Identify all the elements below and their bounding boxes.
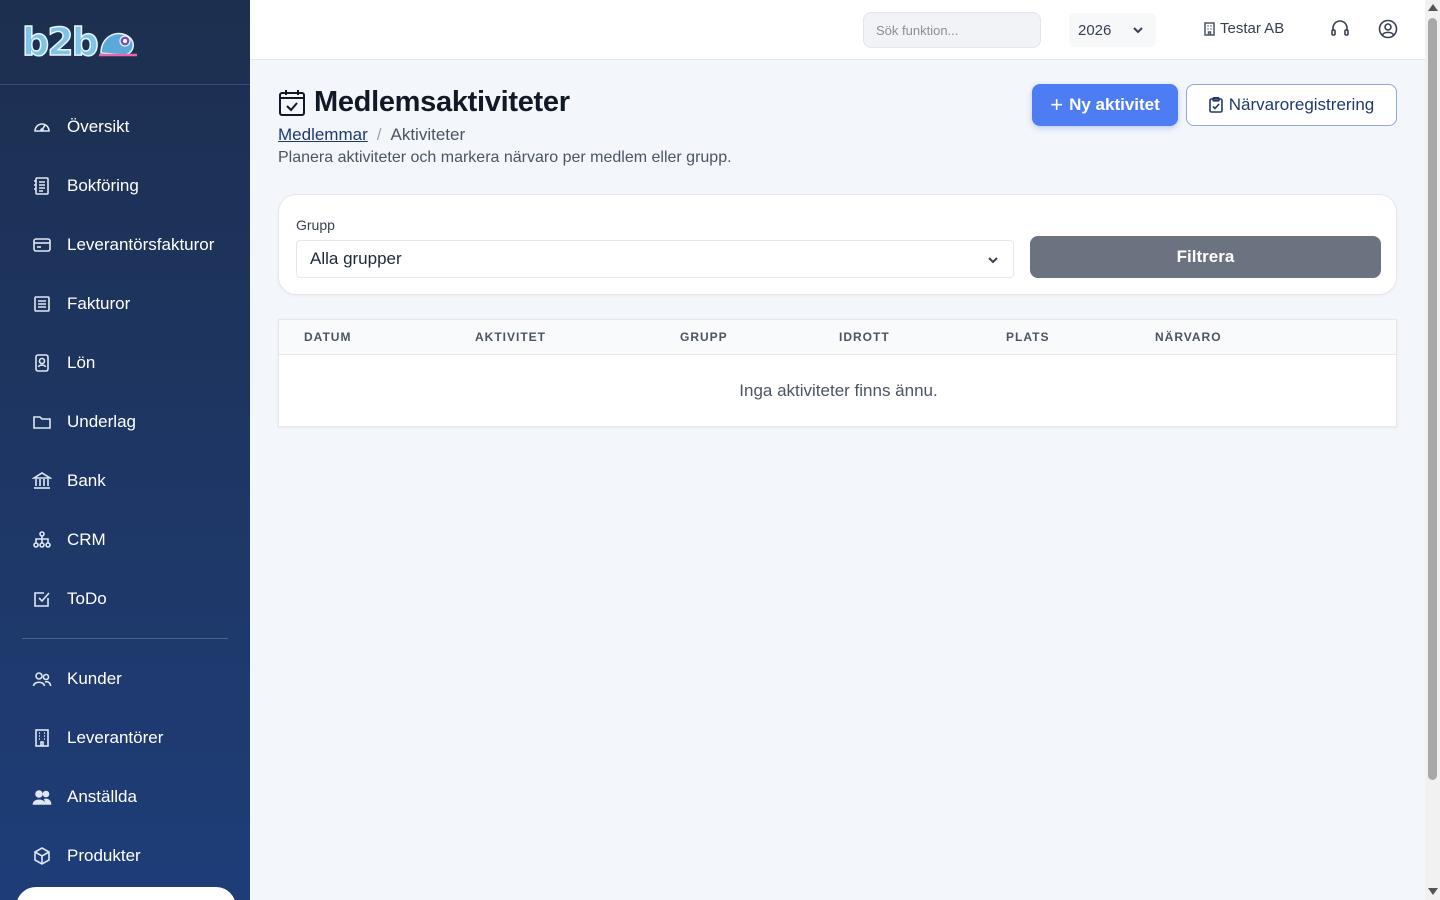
page-scrollbar[interactable] [1425,0,1440,900]
calendar-check-icon [279,89,305,116]
page-header: Medlemsaktiviteter [278,86,570,119]
network-icon [32,530,52,550]
table-header: Datum Aktivitet Grupp Idrott Plats Närva… [279,320,1396,355]
year-value: 2026 [1078,21,1112,39]
plus-icon: + [1050,92,1064,117]
credit-card-icon [32,235,52,255]
sidebar-item-fakturor[interactable]: Fakturor [0,274,250,333]
sidebar-item-anstallda[interactable]: Anställda [0,767,250,826]
box-icon [32,846,52,866]
sidebar-divider [22,638,228,639]
folder-icon [32,412,52,432]
main-nav: Översikt Bokföring Leverantörsfakturor F… [0,97,250,628]
sidebar-item-label: Översikt [67,116,130,136]
breadcrumb-link-medlemmar[interactable]: Medlemmar [278,125,368,145]
sidebar-item-label: Kunder [67,668,122,688]
group-filter-label: Grupp [296,217,335,233]
column-header-narvaro: Närvaro [1155,330,1222,344]
support-headset-icon[interactable] [1329,18,1351,40]
sidebar-item-leverantorer[interactable]: Leverantörer [0,708,250,767]
sidebar-item-underlag[interactable]: Underlag [0,392,250,451]
sidebar-item-label: Produkter [67,845,141,865]
column-header-datum: Datum [304,330,352,344]
page-title: Medlemsaktiviteter [314,86,570,118]
sidebar: b2b Översikt Bokföring Leverantörsfaktur… [0,0,250,900]
column-header-grupp: Grupp [680,330,728,344]
secondary-nav: Kunder Leverantörer Anställda Produkter [0,649,250,885]
new-activity-label: Ny aktivitet [1069,95,1160,114]
logo-area: b2b [0,0,250,85]
logo-text: b2b [21,19,99,65]
user-account-icon[interactable] [1377,18,1399,40]
sidebar-bottom-pill[interactable] [16,887,236,900]
company-switcher[interactable]: Testar AB [1203,20,1284,37]
gauge-icon [32,117,52,137]
page-subtitle: Planera aktiviteter och markera närvaro … [278,149,732,166]
scroll-up-arrow[interactable] [1428,4,1438,11]
clipboard-check-icon [1208,97,1223,113]
breadcrumb: Medlemmar / Aktiviteter [278,125,465,145]
chevron-down-icon [1133,27,1143,34]
column-header-idrott: Idrott [839,330,890,344]
sidebar-item-label: CRM [67,529,106,549]
sidebar-item-label: Leverantörsfakturor [67,234,215,254]
breadcrumb-separator: / [376,125,382,144]
sidebar-item-todo[interactable]: ToDo [0,569,250,628]
search-input[interactable] [863,12,1041,48]
scroll-thumb[interactable] [1428,18,1437,780]
attendance-registration-label: Närvaroregistrering [1228,95,1375,114]
empty-state-message: Inga aktiviteter finns ännu. [739,381,938,400]
sidebar-item-kunder[interactable]: Kunder [0,649,250,708]
filter-button[interactable]: Filtrera [1030,236,1381,278]
sidebar-item-label: Bokföring [67,175,139,195]
invoice-icon [32,294,52,314]
sidebar-item-label: Anställda [67,786,137,806]
chevron-down-icon [988,257,998,264]
breadcrumb-current: Aktiviteter [390,125,466,144]
checkbox-icon [32,589,52,609]
new-activity-button[interactable]: + Ny aktivitet [1032,84,1178,126]
sidebar-item-label: Bank [67,470,106,490]
year-select[interactable]: 2026 [1069,13,1156,47]
scroll-down-arrow[interactable] [1428,888,1438,895]
top-bar: 2026 Testar AB [250,0,1425,60]
column-header-aktivitet: Aktivitet [475,330,546,344]
sidebar-item-label: Leverantörer [67,727,164,747]
building-icon [1204,21,1215,36]
sidebar-item-bank[interactable]: Bank [0,451,250,510]
sidebar-item-lon[interactable]: Lön [0,333,250,392]
sidebar-item-leverantorsfakturor[interactable]: Leverantörsfakturor [0,215,250,274]
ledger-icon [32,176,52,196]
sidebar-item-bokforing[interactable]: Bokföring [0,156,250,215]
sidebar-item-produkter[interactable]: Produkter [0,826,250,885]
sidebar-item-oversikt[interactable]: Översikt [0,97,250,156]
group-select[interactable]: Alla grupper [296,240,1014,278]
company-name: Testar AB [1220,20,1285,37]
sidebar-item-label: Lön [67,352,96,372]
sidebar-item-crm[interactable]: CRM [0,510,250,569]
sidebar-item-label: Underlag [67,411,136,431]
column-header-plats: Plats [1006,330,1050,344]
building-icon [32,728,52,748]
logo[interactable]: b2b [21,19,139,65]
chameleon-logo-icon [98,32,137,57]
sidebar-item-label: ToDo [67,588,107,608]
id-badge-icon [32,353,52,373]
sidebar-item-label: Fakturor [67,293,131,313]
people-icon [32,787,52,807]
filter-card: Grupp Alla grupper Filtrera [278,194,1397,295]
users-icon [32,669,52,689]
bank-icon [32,471,52,491]
group-select-value: Alla grupper [310,249,402,268]
attendance-registration-button[interactable]: Närvaroregistrering [1186,84,1397,126]
activities-table: Datum Aktivitet Grupp Idrott Plats Närva… [278,319,1397,427]
